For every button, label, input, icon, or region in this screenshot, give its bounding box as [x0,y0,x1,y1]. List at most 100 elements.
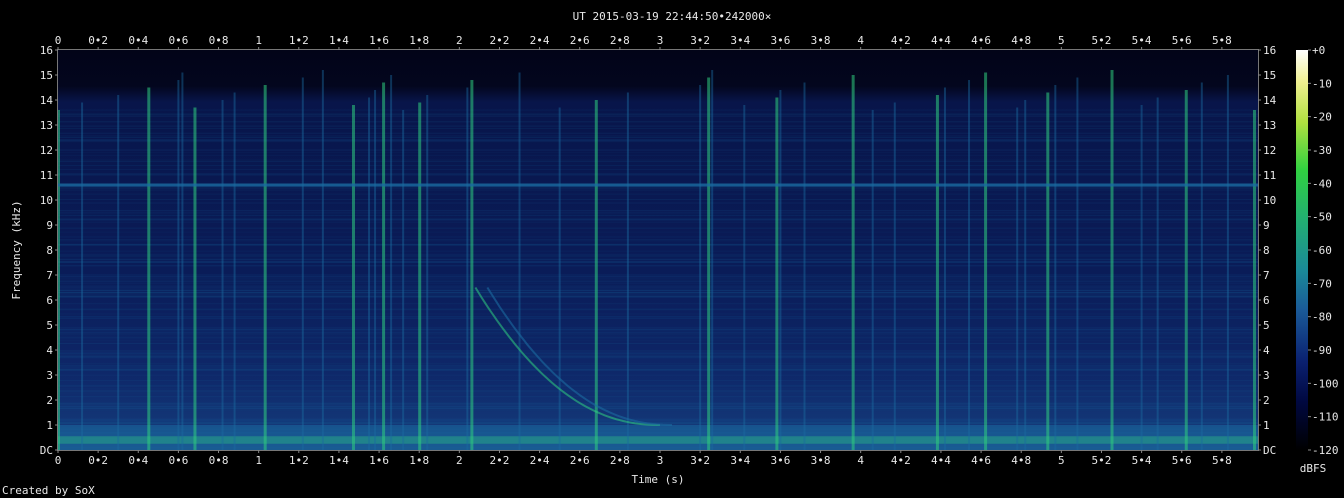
sferic-line [374,90,377,450]
sferic-line [743,105,746,450]
sferic-line [233,92,236,450]
sferic-line [707,77,711,450]
x-tick-label-top: 4•8 [1011,34,1031,47]
colorbar-tick-label: -70 [1312,277,1332,290]
x-tick-label-bottom: 5•4 [1132,454,1152,467]
sferic-line [518,72,521,450]
sferic-line [426,95,429,450]
y-tick-label-left: 7 [46,269,53,282]
y-tick-label-left: 14 [40,94,54,107]
sferic-line [466,87,469,450]
colorbar-tick-label: -80 [1312,311,1332,324]
x-tick-label-bottom: 3•4 [730,454,750,467]
y-tick-label-left: 10 [40,194,53,207]
y-tick-label-right: 13 [1263,119,1276,132]
x-tick-label-bottom: 0•2 [88,454,108,467]
x-tick-label-top: 5•4 [1132,34,1152,47]
sferic-line [402,110,405,450]
sferic-line [711,70,714,450]
sferic-line [117,95,120,450]
x-tick-label-bottom: 0•6 [168,454,188,467]
y-tick-label-right: 1 [1263,419,1270,432]
x-tick-label-top: 3•6 [770,34,790,47]
x-tick-label-top: 0•6 [168,34,188,47]
y-tick-label-right: 12 [1263,144,1276,157]
sferic-line [177,80,180,450]
sferic-line [368,97,371,450]
sferic-line [418,102,422,450]
x-tick-label-top: 4•2 [891,34,911,47]
y-tick-label-right: 10 [1263,194,1276,207]
y-tick-label-left: 6 [46,294,53,307]
sferic-line [181,72,184,450]
x-tick-label-top: 0 [55,34,62,47]
y-tick-label-right: 16 [1263,44,1276,57]
x-tick-label-bottom: 0•4 [128,454,148,467]
x-tick-label-top: 4 [857,34,864,47]
y-tick-label-left: 4 [46,344,53,357]
y-axis-left: DC12345678910111213141516 [40,44,58,457]
sferic-line [1054,85,1057,450]
x-tick-label-top: 3•4 [730,34,750,47]
sferic-line [626,92,629,450]
x-tick-label-bottom: 0 [55,454,62,467]
x-tick-label-top: 1•8 [409,34,429,47]
chart-title: UT 2015-03-19 22:44:50•242000× [573,10,772,23]
x-tick-label-top: 3•2 [690,34,710,47]
x-tick-label-bottom: 3•6 [770,454,790,467]
x-tick-label-bottom: 1•8 [409,454,429,467]
sferic-line [984,72,988,450]
y-tick-label-left: 12 [40,144,53,157]
sferic-line [1024,100,1027,450]
sferic-line [1184,90,1188,450]
colorbar [1296,50,1308,450]
y-tick-label-left: 5 [46,319,53,332]
y-tick-label-right: DC [1263,444,1276,457]
y-tick-label-left: 8 [46,244,53,257]
sferic-line [382,82,386,450]
y-tick-label-right: 15 [1263,69,1276,82]
colorbar-tick-label: -120 [1312,444,1339,457]
colorbar-tick-label: +0 [1312,44,1325,57]
x-tick-label-bottom: 4•2 [891,454,911,467]
y-tick-label-right: 14 [1263,94,1277,107]
colorbar-tick-label: -90 [1312,344,1332,357]
x-tick-label-top: 5•8 [1212,34,1232,47]
x-tick-label-top: 5 [1058,34,1065,47]
sferic-line [1156,97,1159,450]
x-tick-label-bottom: 3 [657,454,664,467]
x-tick-label-bottom: 1•2 [289,454,309,467]
y-tick-label-right: 2 [1263,394,1270,407]
sferic-line [699,85,702,450]
y-tick-label-left: 11 [40,169,53,182]
sferic-line [351,105,355,450]
colorbar-tick-label: -40 [1312,177,1332,190]
x-tick-label-bottom: 4 [857,454,864,467]
y-axis-label: Frequency (kHz) [10,200,23,299]
x-tick-label-bottom: 1•4 [329,454,349,467]
y-tick-label-right: 3 [1263,369,1270,382]
sferic-line [779,90,782,450]
x-tick-label-top: 5•6 [1172,34,1192,47]
x-tick-label-bottom: 2•8 [610,454,630,467]
sferic-line [193,107,197,450]
y-tick-label-left: DC [40,444,53,457]
y-tick-label-left: 15 [40,69,53,82]
sferic-line [301,77,304,450]
x-tick-label-top: 2•2 [490,34,510,47]
x-tick-label-top: 1•4 [329,34,349,47]
y-tick-label-left: 2 [46,394,53,407]
y-tick-label-right: 4 [1263,344,1270,357]
y-tick-label-right: 6 [1263,294,1270,307]
y-tick-label-right: 7 [1263,269,1270,282]
colorbar-tick-label: -60 [1312,244,1332,257]
colorbar-label: dBFS [1300,462,1327,475]
sferic-line [1046,92,1050,450]
x-tick-label-bottom: 5•2 [1092,454,1112,467]
colorbar-tick-label: -100 [1312,377,1339,390]
sferic-line [594,100,598,450]
colorbar-tick-label: -50 [1312,211,1332,224]
x-tick-label-bottom: 5•8 [1212,454,1232,467]
sferic-line [1110,70,1114,450]
sferic-line [893,102,896,450]
